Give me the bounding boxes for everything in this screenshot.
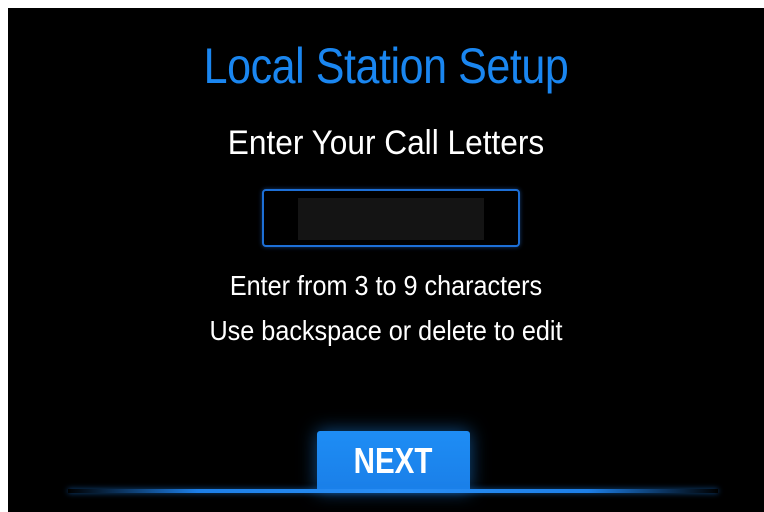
page-subtitle: Enter Your Call Letters [227, 124, 545, 162]
edit-hint: Use backspace or delete to edit [209, 315, 563, 346]
bottom-glow-divider [68, 489, 718, 493]
page-title: Local Station Setup [203, 38, 569, 94]
next-button[interactable]: NEXT [317, 431, 470, 491]
call-letters-input-frame[interactable] [262, 189, 520, 247]
call-letters-input[interactable] [298, 198, 484, 240]
character-count-hint: Enter from 3 to 9 characters [229, 270, 543, 301]
setup-screen: Local Station Setup Enter Your Call Lett… [8, 8, 764, 512]
next-button-label: NEXT [354, 440, 433, 481]
